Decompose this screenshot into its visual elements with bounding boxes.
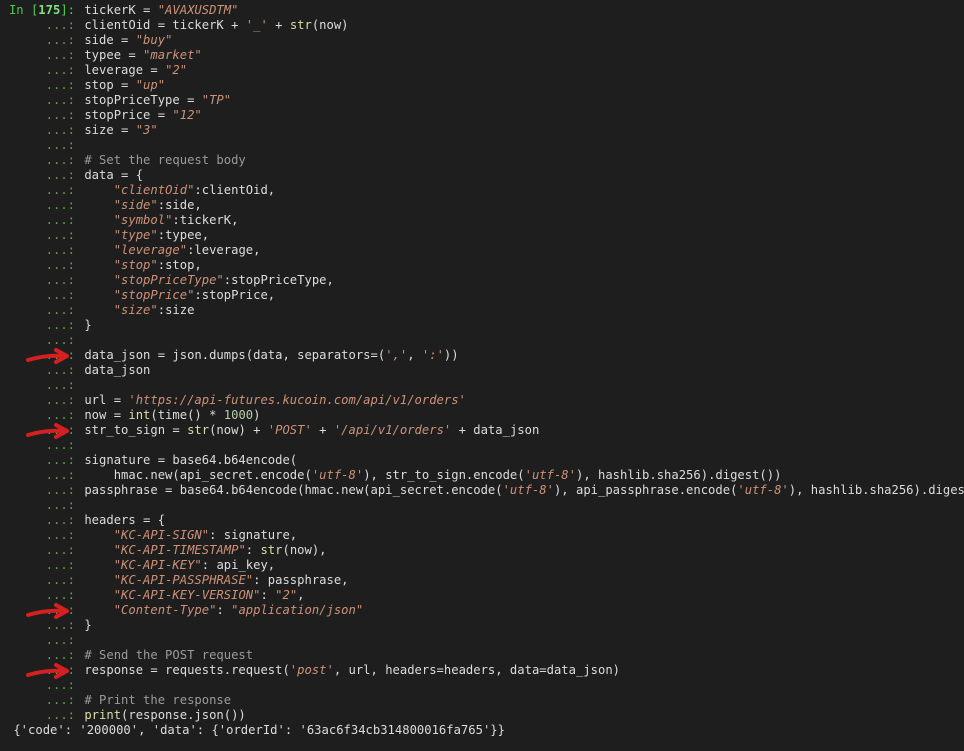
red-arrow-icon (26, 348, 69, 364)
red-arrow-icon (26, 663, 69, 679)
annotation-layer (26, 348, 69, 679)
red-arrow-icon (26, 423, 69, 439)
red-arrow-icon (26, 603, 69, 619)
